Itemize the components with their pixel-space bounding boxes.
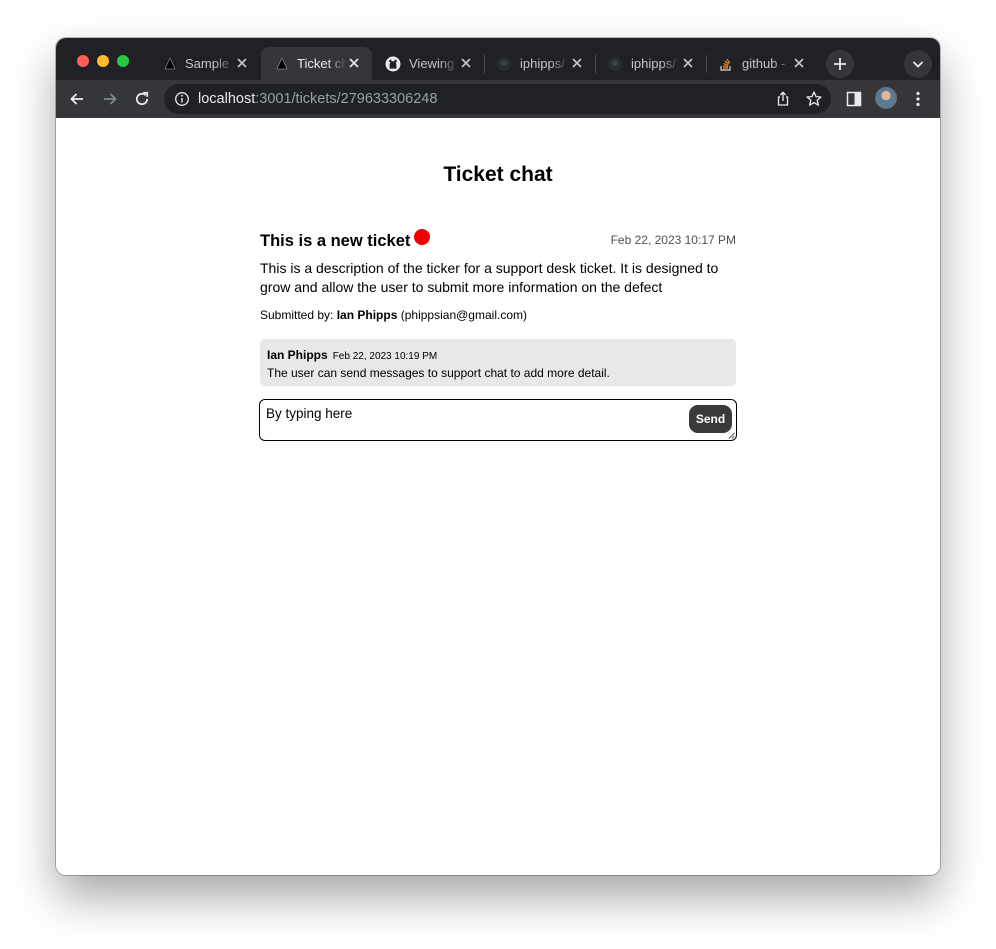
stackoverflow-icon xyxy=(720,58,731,71)
tab-sample-project[interactable]: Sample Next.js Project xyxy=(149,47,260,80)
tab-title: Sample Next.js Project xyxy=(185,56,235,71)
message-input[interactable]: By typing here xyxy=(260,400,736,440)
message-author: Ian Phipps xyxy=(267,348,328,362)
share-icon[interactable] xyxy=(774,90,792,108)
tab-iphipps-1[interactable]: iphipps/ xyxy=(484,47,595,80)
github-avatar-icon xyxy=(497,57,511,71)
status-indicator-dot xyxy=(414,229,430,245)
profile-avatar[interactable] xyxy=(875,87,897,109)
tab-title: Ticket chat xyxy=(297,56,347,71)
side-panel-icon[interactable] xyxy=(844,89,864,109)
tab-title: github - xyxy=(742,56,786,71)
message-header: Ian Phipps Feb 22, 2023 10:19 PM xyxy=(267,346,729,364)
message-body: The user can send messages to support ch… xyxy=(267,366,610,380)
back-arrow-icon[interactable] xyxy=(67,89,87,109)
tab-title: Viewing xyxy=(409,56,455,71)
page-content: Ticket chat This is a new ticket Feb 22,… xyxy=(56,118,940,875)
submitted-by: Submitted by: Ian Phipps (phippsian@gmai… xyxy=(260,308,527,322)
reload-icon[interactable] xyxy=(132,89,152,109)
submitted-label: Submitted by: xyxy=(260,308,334,322)
tab-ticket-chat[interactable]: Ticket chat xyxy=(261,47,372,80)
close-window-button[interactable] xyxy=(77,55,89,67)
close-tab-icon[interactable] xyxy=(790,54,808,72)
address-bar[interactable]: localhost:3001/tickets/279633306248 xyxy=(164,84,831,114)
close-tab-icon[interactable] xyxy=(233,54,251,72)
close-tab-icon[interactable] xyxy=(345,54,363,72)
tab-divider xyxy=(706,55,707,73)
submitter-email: (phippsian@gmail.com) xyxy=(400,308,527,322)
tab-title: iphipps/ xyxy=(631,56,676,71)
ticket-title: This is a new ticket xyxy=(260,232,411,250)
tab-github-viewing[interactable]: Viewing xyxy=(373,47,484,80)
tab-divider xyxy=(595,55,596,73)
resize-grip-icon[interactable] xyxy=(728,432,735,439)
tab-divider xyxy=(484,55,485,73)
message-time: Feb 22, 2023 10:19 PM xyxy=(332,351,438,362)
info-icon[interactable] xyxy=(174,91,190,107)
vercel-triangle-icon xyxy=(276,57,288,70)
bookmark-star-icon[interactable] xyxy=(805,90,823,108)
url-host: localhost xyxy=(198,91,256,107)
submitter-name: Ian Phipps xyxy=(336,308,398,322)
github-icon xyxy=(385,56,401,72)
ticket-description: This is a description of the ticker for … xyxy=(260,260,719,295)
close-tab-icon[interactable] xyxy=(568,54,586,72)
forward-arrow-icon[interactable] xyxy=(100,89,120,109)
tab-iphipps-2[interactable]: iphipps/ xyxy=(595,47,706,80)
new-tab-button[interactable] xyxy=(826,50,854,78)
github-avatar-icon xyxy=(608,57,622,71)
tab-search-button[interactable] xyxy=(904,50,932,78)
tab-strip: Sample Next.js Project Ticket chat Viewi… xyxy=(56,38,940,80)
page-title: Ticket chat xyxy=(443,163,553,186)
vercel-triangle-icon xyxy=(164,57,176,70)
tab-stackoverflow[interactable]: github - xyxy=(706,47,817,80)
plus-icon xyxy=(834,58,846,70)
minimize-window-button[interactable] xyxy=(97,55,109,67)
maximize-window-button[interactable] xyxy=(117,55,129,67)
url-text: localhost:3001/tickets/279633306248 xyxy=(198,91,437,107)
close-tab-icon[interactable] xyxy=(457,54,475,72)
chat-message: Ian Phipps Feb 22, 2023 10:19 PM The user… xyxy=(260,339,736,386)
message-composer: By typing here Send xyxy=(259,399,737,441)
tab-title: iphipps/ xyxy=(520,56,565,71)
chevron-down-icon xyxy=(912,61,924,68)
close-tab-icon[interactable] xyxy=(679,54,697,72)
ticket-date: Feb 22, 2023 10:17 PM xyxy=(610,233,736,247)
browser-toolbar: localhost:3001/tickets/279633306248 xyxy=(56,80,940,118)
url-path: :3001/tickets/279633306248 xyxy=(255,91,438,107)
more-vert-icon[interactable] xyxy=(908,89,928,109)
browser-window: Sample Next.js Project Ticket chat Viewi… xyxy=(56,38,940,875)
send-button[interactable]: Send xyxy=(689,405,732,433)
